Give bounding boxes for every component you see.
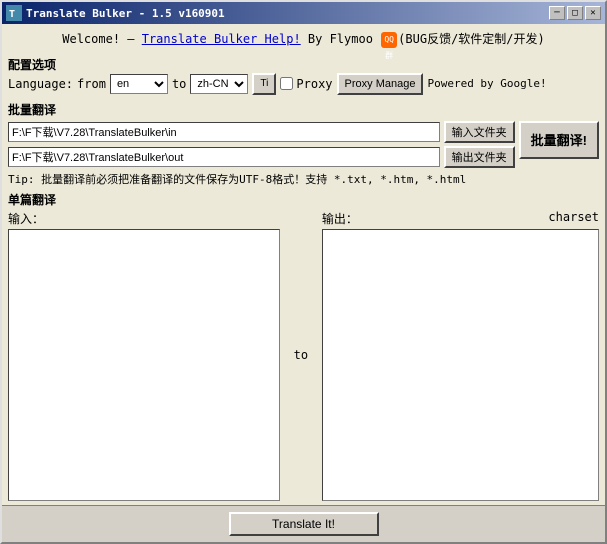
from-label: from [77, 77, 106, 91]
ti-button[interactable]: Ti [252, 73, 276, 95]
config-label: 配置选项 [8, 56, 599, 73]
output-col-label: 输出： [322, 210, 358, 227]
output-col: 输出： charset [322, 210, 599, 502]
to-label: to [172, 77, 186, 91]
proxy-manage-button[interactable]: Proxy Manage [337, 73, 424, 95]
from-language-select[interactable]: en zh-CN auto ja [110, 74, 168, 94]
proxy-checkbox-area: Proxy [280, 77, 332, 91]
output-path-field[interactable] [8, 147, 440, 167]
main-content: Welcome! – Translate Bulker Help! By Fly… [2, 24, 605, 505]
input-path-field[interactable] [8, 122, 440, 142]
main-window: T Translate Bulker - 1.5 v160901 ─ □ ✕ W… [0, 0, 607, 544]
charset-label: charset [548, 210, 599, 227]
batch-inputs-area: 输入文件夹 输出文件夹 批量翻译! [8, 121, 599, 168]
bug-text: (BUG反馈/软件定制/开发) [398, 32, 545, 46]
batch-tip: Tip: 批量翻译前必须把准备翻译的文件保存为UTF-8格式！支持 *.txt,… [8, 171, 599, 187]
middle-col: to [286, 210, 316, 502]
powered-text: Powered by Google! [427, 77, 546, 90]
batch-translate-button[interactable]: 批量翻译! [519, 121, 599, 159]
batch-input-row: 输入文件夹 [8, 121, 515, 143]
single-input-textarea[interactable] [8, 229, 280, 502]
config-row: Language: from en zh-CN auto ja to zh-CN… [8, 73, 599, 95]
proxy-label: Proxy [296, 77, 332, 91]
batch-section: 批量翻译 输入文件夹 输出文件夹 批量翻译! Tip: 批量翻译前必须把准备翻译… [8, 99, 599, 187]
output-header: 输出： charset [322, 210, 599, 227]
batch-label: 批量翻译 [8, 101, 599, 118]
app-icon: T [6, 5, 22, 21]
header-bar: Welcome! – Translate Bulker Help! By Fly… [8, 28, 599, 50]
single-section: 单篇翻译 输入： to 输出： charset [8, 191, 599, 502]
to-language-select[interactable]: zh-CN en ja [190, 74, 248, 94]
close-button[interactable]: ✕ [585, 6, 601, 20]
input-folder-button[interactable]: 输入文件夹 [444, 121, 515, 143]
proxy-checkbox[interactable] [280, 77, 293, 90]
batch-output-row: 输出文件夹 [8, 146, 515, 168]
batch-path-col: 输入文件夹 输出文件夹 [8, 121, 515, 168]
by-text: By Flymoo [301, 32, 380, 46]
translate-it-button[interactable]: Translate It! [229, 512, 379, 536]
single-output-textarea[interactable] [322, 229, 599, 502]
single-label: 单篇翻译 [8, 191, 599, 208]
welcome-text: Welcome! – [62, 32, 141, 46]
input-col-label: 输入： [8, 210, 280, 227]
output-folder-button[interactable]: 输出文件夹 [444, 146, 515, 168]
language-label: Language: [8, 77, 73, 91]
translate-area: 输入： to 输出： charset [8, 210, 599, 502]
config-section: 配置选项 Language: from en zh-CN auto ja to … [8, 54, 599, 95]
input-col: 输入： [8, 210, 280, 502]
qq-icon: QQ群 [381, 32, 397, 48]
help-link[interactable]: Translate Bulker Help! [142, 32, 301, 46]
minimize-button[interactable]: ─ [549, 6, 565, 20]
title-bar-buttons: ─ □ ✕ [549, 6, 601, 20]
bottom-bar: Translate It! [2, 505, 605, 542]
window-title: Translate Bulker - 1.5 v160901 [26, 7, 549, 20]
title-bar: T Translate Bulker - 1.5 v160901 ─ □ ✕ [2, 2, 605, 24]
to-middle-label: to [294, 348, 308, 362]
svg-text:T: T [9, 9, 15, 20]
maximize-button[interactable]: □ [567, 6, 583, 20]
